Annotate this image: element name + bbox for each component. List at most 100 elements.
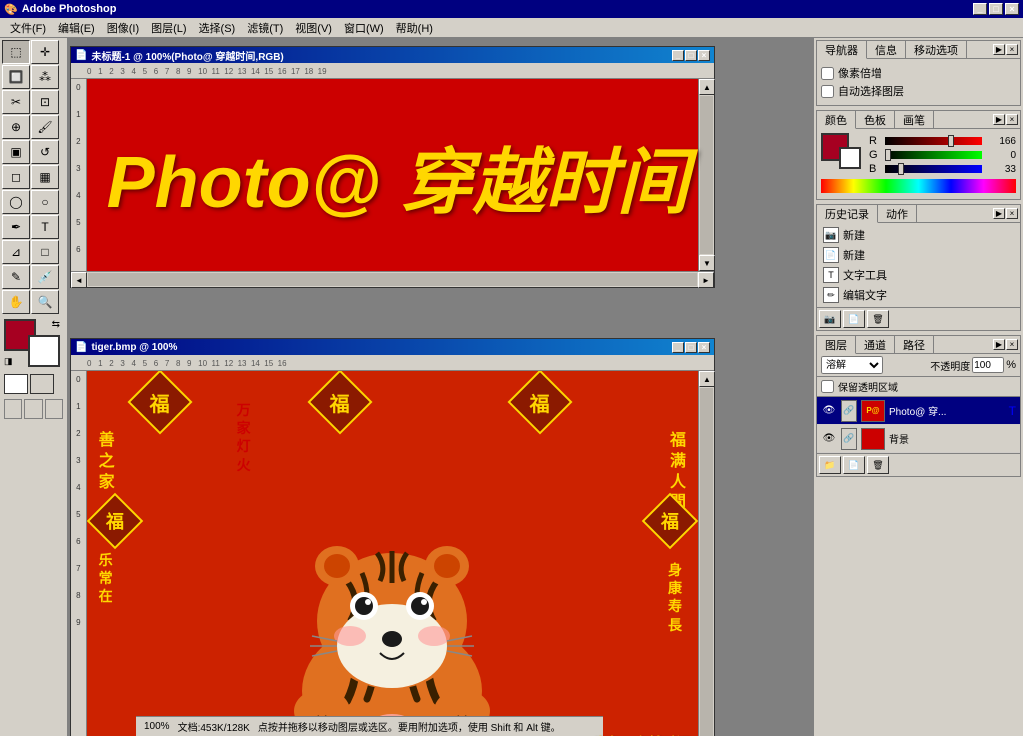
color-panel-menu[interactable]: ▶ (993, 114, 1005, 125)
standard-mode-btn[interactable] (4, 374, 28, 394)
tab-color[interactable]: 颜色 (817, 111, 856, 129)
doc-top-close[interactable]: × (698, 50, 710, 61)
history-panel-close[interactable]: × (1006, 208, 1018, 219)
minimize-button[interactable]: _ (973, 3, 987, 15)
tool-hand[interactable]: ✋ (2, 290, 30, 314)
scroll-thumb-2[interactable] (700, 388, 713, 736)
color-spectrum-bar[interactable] (821, 179, 1016, 193)
standard-screen-btn[interactable] (4, 399, 22, 419)
tab-swatches[interactable]: 色板 (856, 111, 895, 128)
layers-panel-close[interactable]: × (1006, 339, 1018, 350)
tool-path[interactable]: ⊿ (2, 240, 30, 264)
tool-text[interactable]: T (31, 215, 59, 239)
doc-top-scrollbar-h[interactable]: ◄ ► (71, 271, 714, 287)
menu-layer[interactable]: 图层(L) (145, 18, 192, 38)
layer-row-1[interactable]: 👁 🔗 背景 (817, 425, 1020, 453)
doc-top-scrollbar-v[interactable]: ▲ ▼ (698, 79, 714, 271)
menu-edit[interactable]: 编辑(E) (52, 18, 101, 38)
doc-top-maximize[interactable]: □ (685, 50, 697, 61)
tab-paths[interactable]: 路径 (895, 336, 934, 353)
blend-mode-select[interactable]: 溶解 正常 正片叠底 (821, 356, 883, 374)
maximize-button[interactable]: □ (989, 3, 1003, 15)
menu-view[interactable]: 视图(V) (289, 18, 338, 38)
tab-brushes[interactable]: 画笔 (895, 111, 934, 128)
tool-magic-wand[interactable]: ⁂ (31, 65, 59, 89)
tool-pen[interactable]: ✒ (2, 215, 30, 239)
pixel-checkbox[interactable] (821, 67, 834, 80)
layer-row-0[interactable]: 👁 🔗 P@ Photo@ 穿... T (817, 397, 1020, 425)
history-item-0[interactable]: 📷 新建 (819, 225, 1018, 245)
history-item-3[interactable]: ✏ 编辑文字 (819, 285, 1018, 305)
red-slider-thumb[interactable] (948, 135, 954, 147)
tool-crop[interactable]: ✂ (2, 90, 30, 114)
tool-gradient[interactable]: ▦ (31, 165, 59, 189)
tool-eyedropper[interactable]: 💉 (31, 265, 59, 289)
tab-channels[interactable]: 通道 (856, 336, 895, 353)
tool-shape[interactable]: □ (31, 240, 59, 264)
tool-lasso[interactable]: 🔲 (2, 65, 30, 89)
history-item-2[interactable]: T 文字工具 (819, 265, 1018, 285)
delete-layer-btn[interactable]: 🗑 (867, 456, 889, 474)
history-item-1[interactable]: 📄 新建 (819, 245, 1018, 265)
tool-eraser[interactable]: ◻ (2, 165, 30, 189)
layer-eye-1[interactable]: 👁 (821, 431, 837, 447)
doc-bottom-close[interactable]: × (698, 342, 710, 353)
scroll-h-thumb[interactable] (88, 273, 697, 286)
tab-actions[interactable]: 动作 (878, 205, 917, 222)
opacity-input[interactable] (972, 357, 1004, 373)
scroll-right-btn[interactable]: ► (698, 272, 714, 288)
tool-blur[interactable]: ◯ (2, 190, 30, 214)
default-colors-icon[interactable]: ◨ (4, 356, 13, 367)
tool-brush[interactable]: 🖌 (31, 115, 59, 139)
scroll-down-btn[interactable]: ▼ (699, 255, 715, 271)
tab-options[interactable]: 移动选项 (906, 41, 967, 58)
tab-navigator[interactable]: 导航器 (817, 41, 867, 59)
tool-stamp[interactable]: ▣ (2, 140, 30, 164)
tool-heal[interactable]: ⊕ (2, 115, 30, 139)
doc-top-canvas[interactable]: Photo@ 穿越时间 (87, 79, 698, 271)
tool-dodge[interactable]: ○ (31, 190, 59, 214)
tool-slice[interactable]: ⊡ (31, 90, 59, 114)
doc-bottom-scrollbar-v[interactable]: ▲ ▼ (698, 371, 714, 736)
green-slider-thumb[interactable] (885, 149, 891, 161)
doc-top-minimize[interactable]: _ (672, 50, 684, 61)
doc-bottom-canvas[interactable]: 福 福 福 善之家 乐常在 (87, 371, 698, 736)
tab-history[interactable]: 历史记录 (817, 205, 878, 223)
delete-history-btn[interactable]: 🗑 (867, 310, 889, 328)
blue-slider-thumb[interactable] (898, 163, 904, 175)
close-button[interactable]: × (1005, 3, 1019, 15)
nav-panel-menu[interactable]: ▶ (993, 44, 1005, 55)
scroll-up-btn[interactable]: ▲ (699, 79, 715, 95)
scroll-left-btn[interactable]: ◄ (71, 272, 87, 288)
new-layer-btn[interactable]: 📄 (843, 456, 865, 474)
preserve-checkbox[interactable] (821, 380, 834, 393)
scroll-thumb[interactable] (700, 96, 713, 254)
new-group-btn[interactable]: 📁 (819, 456, 841, 474)
menu-select[interactable]: 选择(S) (193, 18, 242, 38)
color-panel-close[interactable]: × (1006, 114, 1018, 125)
doc-bottom-maximize[interactable]: □ (685, 342, 697, 353)
bg-color-swatch[interactable] (839, 147, 861, 169)
tab-layers[interactable]: 图层 (817, 336, 856, 354)
new-snapshot-btn[interactable]: 📷 (819, 310, 841, 328)
menu-file[interactable]: 文件(F) (4, 18, 52, 38)
autolayer-checkbox[interactable] (821, 85, 834, 98)
new-doc-btn[interactable]: 📄 (843, 310, 865, 328)
menu-image[interactable]: 图像(I) (101, 18, 145, 38)
menu-window[interactable]: 窗口(W) (338, 18, 390, 38)
menu-filter[interactable]: 滤镜(T) (241, 18, 289, 38)
layer-eye-0[interactable]: 👁 (821, 403, 837, 419)
tool-zoom[interactable]: 🔍 (31, 290, 59, 314)
background-color[interactable] (28, 335, 60, 367)
swap-colors-icon[interactable]: ⇆ (52, 319, 60, 330)
fullscreen-with-menu-btn[interactable] (24, 399, 42, 419)
nav-panel-close[interactable]: × (1006, 44, 1018, 55)
doc-bottom-minimize[interactable]: _ (672, 342, 684, 353)
tool-marquee[interactable]: ⬚ (2, 40, 30, 64)
tab-info[interactable]: 信息 (867, 41, 906, 58)
tool-notes[interactable]: ✎ (2, 265, 30, 289)
fullscreen-btn[interactable] (45, 399, 63, 419)
tool-move[interactable]: ✛ (31, 40, 59, 64)
history-panel-menu[interactable]: ▶ (993, 208, 1005, 219)
layers-panel-menu[interactable]: ▶ (993, 339, 1005, 350)
